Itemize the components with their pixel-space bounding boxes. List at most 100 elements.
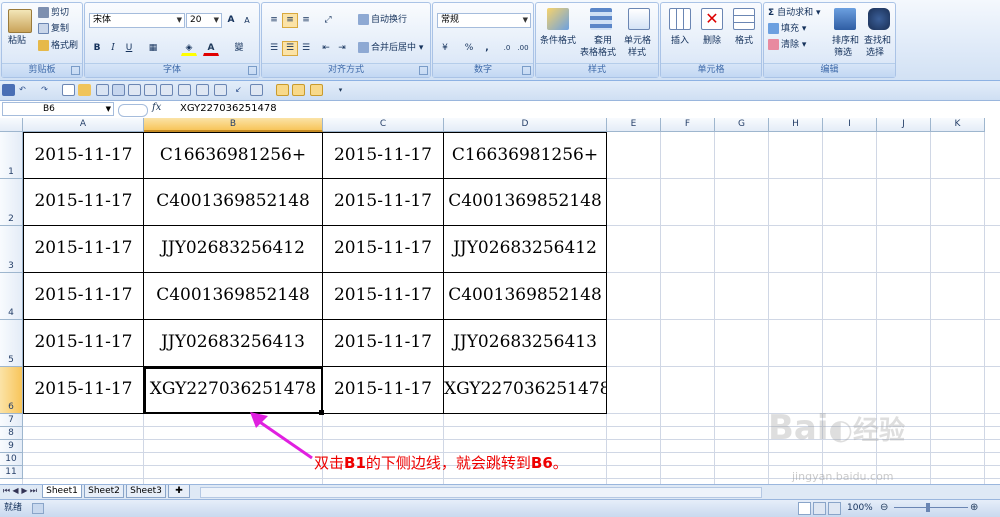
- insert-function-icon[interactable]: fx: [152, 102, 161, 113]
- row-header-11[interactable]: 11: [0, 466, 23, 479]
- row-header-6[interactable]: 6: [0, 367, 23, 414]
- cell-a3[interactable]: 2015-11-17: [23, 226, 144, 273]
- macro-record-icon[interactable]: [32, 503, 44, 514]
- number-launcher-icon[interactable]: [522, 66, 531, 75]
- new-icon[interactable]: [62, 84, 75, 96]
- next-sheet-icon[interactable]: ▶: [20, 486, 29, 495]
- cell-a1[interactable]: 2015-11-17: [23, 132, 144, 179]
- zoom-slider[interactable]: [894, 507, 968, 508]
- first-sheet-icon[interactable]: ⏮: [2, 486, 11, 496]
- conditional-format-button[interactable]: 条件格式: [540, 35, 576, 47]
- decrease-indent-button[interactable]: ⇤: [318, 41, 334, 56]
- table-format-button-l2[interactable]: 表格格式: [580, 47, 616, 59]
- find-select-button-l1[interactable]: 查找和: [864, 35, 891, 47]
- last-sheet-icon[interactable]: ⏭: [29, 486, 38, 496]
- cell-b4[interactable]: C4001369852148: [144, 273, 323, 320]
- border-button[interactable]: ▦: [145, 41, 161, 56]
- column-header-f[interactable]: F: [661, 118, 715, 132]
- underline-button[interactable]: U: [121, 41, 137, 56]
- currency-button[interactable]: ¥: [437, 41, 453, 56]
- comma-button[interactable]: ,: [479, 41, 495, 56]
- shape-icon[interactable]: ↙: [232, 84, 245, 96]
- row-header-2[interactable]: 2: [0, 179, 23, 226]
- sheet-tab-3[interactable]: Sheet3: [126, 485, 166, 498]
- lookup-icon[interactable]: [310, 84, 323, 96]
- zoom-slider-thumb[interactable]: [926, 503, 930, 512]
- row-header-3[interactable]: 3: [0, 226, 23, 273]
- page-break-view-icon[interactable]: [828, 502, 841, 515]
- column-header-e[interactable]: E: [607, 118, 661, 132]
- column-header-d[interactable]: D: [444, 118, 607, 132]
- fill-color-button[interactable]: ◈: [181, 41, 197, 56]
- cell-d3[interactable]: JJY02683256412: [444, 226, 607, 273]
- page-layout-view-icon[interactable]: [813, 502, 826, 515]
- cell-c3[interactable]: 2015-11-17: [323, 226, 444, 273]
- cut-button[interactable]: 剪切: [38, 7, 69, 19]
- paste-button[interactable]: 粘贴: [8, 35, 26, 47]
- delete-button[interactable]: 删除: [703, 35, 721, 47]
- row-header-8[interactable]: 8: [0, 427, 23, 440]
- align-left-button[interactable]: ☰: [266, 41, 282, 56]
- sort-filter-button-l2[interactable]: 筛选: [834, 47, 852, 59]
- shrink-font-button[interactable]: A: [239, 13, 255, 28]
- cell-style-button-l1[interactable]: 单元格: [624, 35, 651, 47]
- cell-c1[interactable]: 2015-11-17: [323, 132, 444, 179]
- align-right-button[interactable]: ☰: [298, 41, 314, 56]
- row-header-4[interactable]: 4: [0, 273, 23, 320]
- print-preview-icon[interactable]: [96, 84, 109, 96]
- cell-c4[interactable]: 2015-11-17: [323, 273, 444, 320]
- fill-button[interactable]: 填充 ▾: [768, 23, 806, 35]
- cell-c5[interactable]: 2015-11-17: [323, 320, 444, 367]
- horizontal-scrollbar[interactable]: [200, 487, 762, 498]
- autosum-button[interactable]: Σ 自动求和 ▾: [768, 7, 821, 19]
- column-header-k[interactable]: K: [931, 118, 985, 132]
- camera-icon[interactable]: [276, 84, 289, 96]
- column-header-j[interactable]: J: [877, 118, 931, 132]
- cell-d4[interactable]: C4001369852148: [444, 273, 607, 320]
- number-format-combo[interactable]: 常规 ▼: [437, 13, 531, 28]
- function-icon[interactable]: [214, 84, 227, 96]
- align-center-button[interactable]: ☰: [282, 41, 298, 56]
- cell-d2[interactable]: C4001369852148: [444, 179, 607, 226]
- cell-style-button-l2[interactable]: 样式: [628, 47, 646, 59]
- formula-splitter[interactable]: [118, 104, 148, 117]
- alignment-launcher-icon[interactable]: [419, 66, 428, 75]
- paste-icon[interactable]: [8, 9, 32, 33]
- column-header-g[interactable]: G: [715, 118, 769, 132]
- print-icon[interactable]: [112, 84, 125, 96]
- redo-icon[interactable]: ↷: [38, 84, 51, 96]
- font-name-combo[interactable]: 宋体 ▼: [89, 13, 185, 28]
- column-header-b[interactable]: B: [144, 118, 323, 132]
- row-header-9[interactable]: 9: [0, 440, 23, 453]
- font-color-button[interactable]: A: [203, 41, 219, 56]
- increase-indent-button[interactable]: ⇥: [334, 41, 350, 56]
- cell-a4[interactable]: 2015-11-17: [23, 273, 144, 320]
- zoom-out-icon[interactable]: ⊖: [880, 502, 888, 513]
- table-icon[interactable]: [160, 84, 173, 96]
- column-header-a[interactable]: A: [23, 118, 144, 132]
- align-top-button[interactable]: ≡: [266, 13, 282, 28]
- cell-b1[interactable]: C16636981256+: [144, 132, 323, 179]
- cell-b6[interactable]: XGY227036251478: [144, 367, 323, 414]
- italic-button[interactable]: I: [105, 41, 121, 56]
- sheet-tab-1[interactable]: Sheet1: [42, 485, 82, 498]
- find-select-button-l2[interactable]: 选择: [866, 47, 884, 59]
- cell-d6[interactable]: XGY227036251478: [444, 367, 607, 414]
- zoom-level[interactable]: 100%: [847, 502, 873, 514]
- merge-center-button[interactable]: 合并后居中 ▾: [358, 42, 423, 54]
- row-header-1[interactable]: 1: [0, 132, 23, 179]
- format-painter-button[interactable]: 格式刷: [38, 40, 78, 52]
- qat-customize-icon[interactable]: ▾: [334, 84, 347, 96]
- sort-filter-button-l1[interactable]: 排序和: [832, 35, 859, 47]
- cell-b2[interactable]: C4001369852148: [144, 179, 323, 226]
- format-button[interactable]: 格式: [735, 35, 753, 47]
- percent-button[interactable]: %: [461, 41, 477, 56]
- column-header-i[interactable]: I: [823, 118, 877, 132]
- form-icon[interactable]: [292, 84, 305, 96]
- increase-decimal-button[interactable]: .0: [499, 41, 515, 56]
- align-bottom-button[interactable]: ≡: [298, 13, 314, 28]
- zoom-in-icon[interactable]: ⊕: [970, 502, 978, 513]
- cell-c6[interactable]: 2015-11-17: [323, 367, 444, 414]
- prev-sheet-icon[interactable]: ◀: [11, 486, 20, 495]
- clear-button[interactable]: 清除 ▾: [768, 39, 806, 51]
